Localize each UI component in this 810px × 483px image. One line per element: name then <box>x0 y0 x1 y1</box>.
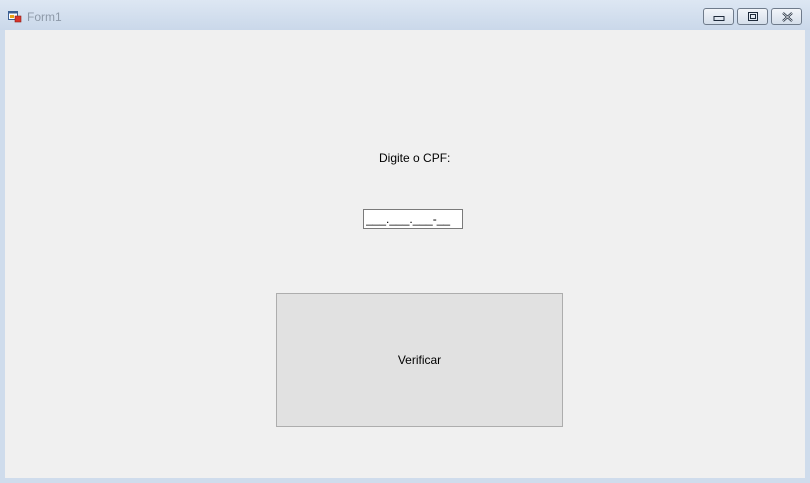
close-button[interactable] <box>771 8 802 25</box>
window-title: Form1 <box>27 10 62 24</box>
minimize-icon <box>713 16 725 21</box>
cpf-masked-input[interactable] <box>363 209 463 229</box>
maximize-button[interactable] <box>737 8 768 25</box>
cpf-label: Digite o CPF: <box>379 151 451 165</box>
close-icon <box>782 12 793 22</box>
maximize-icon <box>748 12 758 21</box>
minimize-button[interactable] <box>703 8 734 25</box>
form-client-area: Digite o CPF: Verificar <box>5 30 805 478</box>
winforms-app-icon <box>8 10 22 23</box>
title-bar[interactable]: Form1 <box>0 0 810 30</box>
app-window: Form1 Digite o CPF: Verificar <box>0 0 810 483</box>
verify-button[interactable]: Verificar <box>276 293 563 427</box>
